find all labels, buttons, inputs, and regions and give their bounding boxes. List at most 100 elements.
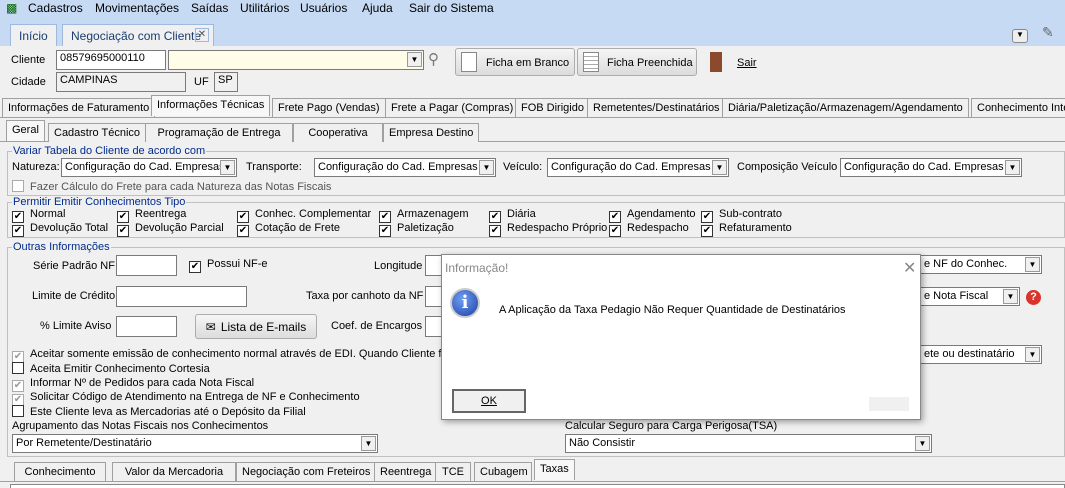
permitir-label: Diária — [507, 208, 536, 220]
agrupamento-select[interactable]: Por Remetente/Destinatário ▼ — [12, 434, 378, 453]
subtab-cooperativa[interactable]: Cooperativa — [293, 123, 383, 142]
nota-fiscal-select[interactable]: e Nota Fiscal ▼ — [920, 287, 1020, 306]
agrupamento-label: Agrupamento das Notas Fiscais nos Conhec… — [12, 420, 269, 432]
tab-frete-pagar[interactable]: Frete a Pagar (Compras) — [385, 98, 520, 117]
tab-conhecimento[interactable]: Conhecimento — [14, 462, 106, 481]
lista-emails-button[interactable]: ✉ Lista de E-mails — [195, 314, 317, 339]
tab-remetentes-destinatarios[interactable]: Remetentes/Destinatários — [587, 98, 726, 117]
aceitar-edi-checkbox[interactable]: ✔ Aceitar somente emissão de conhecimento… — [12, 348, 451, 363]
permitir-checkbox[interactable]: ✔ Devolução Parcial — [117, 222, 224, 237]
ok-button[interactable]: OK — [452, 389, 526, 413]
pedidos-checkbox[interactable]: ✔ Informar Nº de Pedidos para cada Nota F… — [12, 377, 254, 392]
subtab-programacao-entrega[interactable]: Programação de Entrega — [145, 123, 293, 142]
serie-input[interactable] — [116, 255, 177, 276]
natureza-value: Configuração do Cad. Empresas — [65, 161, 225, 173]
info-dialog: Informação! ✕ i A Aplicação da Taxa Peda… — [441, 254, 921, 420]
codigo-atendimento-checkbox[interactable]: ✔ Solicitar Código de Atendimento na Entr… — [12, 391, 360, 406]
transporte-value: Configuração do Cad. Empresas — [318, 161, 478, 173]
deposito-filial-checkbox[interactable]: Este Cliente leva as Mercadorias até o D… — [12, 405, 306, 418]
fazer-calculo-label: Fazer Cálculo do Frete para cada Naturez… — [30, 181, 332, 193]
cliente-name-select[interactable]: ▼ — [168, 50, 424, 70]
permitir-checkbox[interactable]: ✔ Sub-contrato — [701, 208, 782, 223]
permitir-checkbox[interactable]: ✔ Cotação de Frete — [237, 222, 340, 237]
door-exit-icon[interactable] — [710, 52, 722, 72]
cliente-code-input[interactable]: 08579695000110 — [56, 50, 166, 70]
seguro-label: Calcular Seguro para Carga Perigosa(TSA) — [565, 420, 778, 432]
pct-limite-input[interactable] — [116, 316, 177, 337]
taxas-panel — [10, 484, 1065, 488]
ficha-branco-label: Ficha em Branco — [486, 57, 570, 69]
tab-frete-pago[interactable]: Frete Pago (Vendas) — [272, 98, 386, 117]
tab-taxas[interactable]: Taxas — [534, 459, 575, 480]
permitir-checkbox[interactable]: ✔ Refaturamento — [701, 222, 792, 237]
tab-fob-dirigido[interactable]: FOB Dirigido — [515, 98, 590, 117]
permitir-label: Redespacho Próprio — [507, 222, 608, 234]
search-icon[interactable]: ⚲ — [428, 50, 439, 68]
tab-diaria-paletizacao[interactable]: Diária/Paletização/Armazenagem/Agendamen… — [722, 98, 969, 117]
info-icon: i — [450, 288, 480, 318]
chevron-down-icon: ▼ — [407, 52, 422, 67]
permitir-checkbox[interactable]: ✔ Conhec. Complementar — [237, 208, 371, 223]
tab-informacoes-faturamento[interactable]: Informações de Faturamento — [2, 98, 156, 117]
menu-movimentacoes[interactable]: Movimentações — [95, 1, 179, 15]
permitir-checkbox[interactable]: ✔ Armazenagem — [379, 208, 469, 223]
close-icon[interactable]: ✕ — [903, 258, 916, 278]
menu-bar: ▩ Cadastros Movimentações Saídas Utilitá… — [0, 0, 1065, 18]
doc-tab-inicio[interactable]: Início — [10, 24, 57, 46]
chevron-down-icon: ▼ — [361, 436, 376, 451]
chevron-down-icon: ▼ — [220, 160, 235, 175]
permitir-checkbox[interactable]: ✔ Redespacho Próprio — [489, 222, 607, 237]
close-icon[interactable]: ✕ — [195, 28, 209, 42]
tab-reentrega[interactable]: Reentrega — [374, 462, 438, 481]
cortesia-checkbox[interactable]: Aceita Emitir Conhecimento Cortesia — [12, 362, 210, 375]
subtab-geral[interactable]: Geral — [6, 120, 45, 141]
ficha-branco-button[interactable]: Ficha em Branco — [455, 48, 575, 76]
tab-valor-mercadoria[interactable]: Valor da Mercadoria — [112, 462, 236, 481]
ficha-preenchida-button[interactable]: Ficha Preenchida — [577, 48, 697, 76]
deposito-filial-label: Este Cliente leva as Mercadorias até o D… — [30, 406, 306, 418]
chevron-down-icon: ▼ — [1003, 289, 1018, 304]
permitir-checkbox[interactable]: ✔ Devolução Total — [12, 222, 108, 237]
pin-icon[interactable]: ✎ — [1042, 24, 1054, 41]
fazer-calculo-checkbox[interactable]: Fazer Cálculo do Frete para cada Naturez… — [12, 180, 331, 193]
tab-cubagem[interactable]: Cubagem — [474, 462, 532, 481]
seguro-select[interactable]: Não Consistir ▼ — [565, 434, 932, 453]
doc-tab-label: Negociação com Cliente — [71, 29, 202, 43]
tab-tce[interactable]: TCE — [435, 462, 471, 481]
chevron-down-icon: ▼ — [915, 436, 930, 451]
sair-button[interactable]: Sair — [737, 57, 757, 69]
tab-informacoes-tecnicas[interactable]: Informações Técnicas — [151, 95, 271, 116]
possui-nfe-checkbox[interactable]: ✔ Possui NF-e — [189, 258, 268, 273]
help-icon[interactable]: ? — [1026, 290, 1041, 305]
permitir-checkbox[interactable]: ✔ Redespacho — [609, 222, 689, 237]
menu-sair-sistema[interactable]: Sair do Sistema — [409, 1, 494, 15]
menu-usuarios[interactable]: Usuários — [300, 1, 347, 15]
subtab-cadastro-tecnico[interactable]: Cadastro Técnico — [48, 123, 147, 142]
sub-tabs: Geral Cadastro Técnico Programação de En… — [0, 120, 1065, 142]
permitir-label: Normal — [30, 208, 66, 220]
chevron-down-icon[interactable]: ▼ — [1012, 29, 1028, 43]
menu-cadastros[interactable]: Cadastros — [28, 1, 83, 15]
tab-conhecimento-inte[interactable]: Conhecimento Inte — [971, 98, 1065, 117]
cliente-label: Cliente — [11, 54, 46, 66]
permitir-checkbox[interactable]: ✔ Paletização — [379, 222, 454, 237]
permitir-checkbox[interactable]: ✔ Agendamento — [609, 208, 696, 223]
menu-utilitarios[interactable]: Utilitários — [240, 1, 289, 15]
permitir-checkbox[interactable]: ✔ Diária — [489, 208, 536, 223]
veiculo-select[interactable]: Configuração do Cad. Empresas ▼ — [547, 158, 729, 177]
subtab-empresa-destino[interactable]: Empresa Destino — [383, 123, 480, 142]
menu-saidas[interactable]: Saídas — [191, 1, 228, 15]
remetente-destinatario-select[interactable]: ete ou destinatário ▼ — [920, 345, 1042, 364]
composicao-select[interactable]: Configuração do Cad. Empresas ▼ — [840, 158, 1022, 177]
natureza-select[interactable]: Configuração do Cad. Empresas ▼ — [61, 158, 237, 177]
transporte-label: Transporte: — [246, 161, 302, 173]
permitir-checkbox[interactable]: ✔ Reentrega — [117, 208, 186, 223]
transporte-select[interactable]: Configuração do Cad. Empresas ▼ — [314, 158, 496, 177]
doc-tab-negociacao[interactable]: Negociação com Cliente ✕ — [62, 24, 214, 46]
tab-negociacao-freteiros[interactable]: Negociação com Freteiros — [236, 462, 377, 481]
nf-conhec-select[interactable]: e NF do Conhec. ▼ — [920, 255, 1042, 274]
menu-ajuda[interactable]: Ajuda — [362, 1, 393, 15]
permitir-checkbox[interactable]: ✔ Normal — [12, 208, 65, 223]
permitir-label: Devolução Total — [30, 222, 109, 234]
limite-input[interactable] — [116, 286, 247, 307]
